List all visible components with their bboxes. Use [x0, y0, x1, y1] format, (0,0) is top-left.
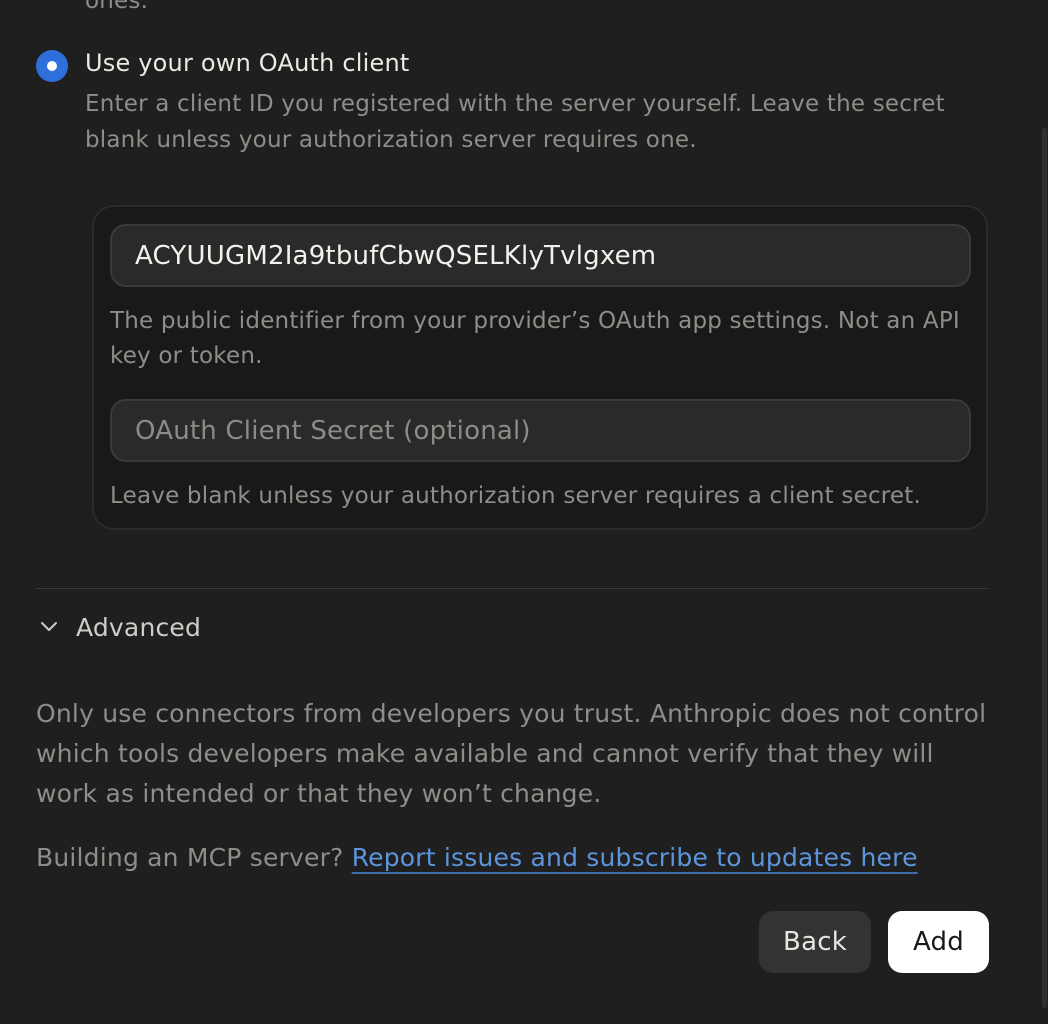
client-id-help-text: The public identifier from your provider…: [110, 308, 960, 369]
back-button[interactable]: Back: [759, 911, 871, 973]
report-issues-link[interactable]: Report issues and subscribe to updates h…: [352, 843, 918, 872]
scrollbar-thumb[interactable]: [1042, 128, 1047, 1008]
client-secret-help-text: Leave blank unless your authorization se…: [110, 483, 922, 509]
use-own-oauth-description: Enter a client ID you registered with th…: [85, 91, 945, 153]
advanced-label: Advanced: [76, 612, 202, 642]
scrollbar-track[interactable]: [1040, 0, 1048, 1024]
section-divider: [36, 588, 989, 589]
use-own-oauth-radio[interactable]: [36, 50, 68, 82]
chevron-down-icon: [36, 614, 62, 640]
advanced-toggle[interactable]: Advanced: [36, 608, 201, 646]
oauth-client-id-input[interactable]: [110, 224, 971, 287]
building-mcp-note: Building an MCP server? Report issues an…: [36, 838, 918, 878]
building-mcp-prefix: Building an MCP server?: [36, 843, 344, 872]
connector-oauth-page: ones. Use your own OAuth client Enter a …: [0, 0, 1048, 1024]
use-own-oauth-label[interactable]: Use your own OAuth client: [85, 49, 409, 77]
trust-warning-text: Only use connectors from developers you …: [36, 699, 987, 808]
previous-option-text-fragment: ones.: [85, 0, 149, 14]
oauth-client-secret-input[interactable]: [110, 399, 971, 462]
radio-selected-dot: [47, 61, 57, 71]
add-button[interactable]: Add: [888, 911, 989, 973]
